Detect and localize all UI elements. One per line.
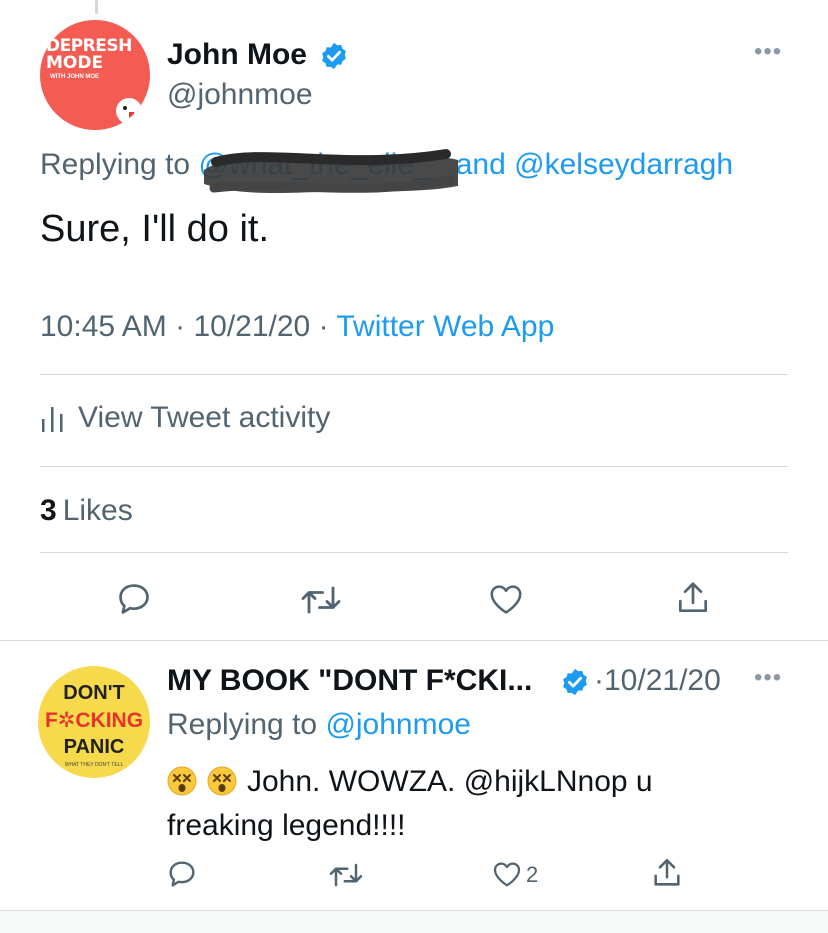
likes-label: Likes xyxy=(62,494,133,527)
reply-text: John. WOWZA. @hijkLNnop u freaking legen… xyxy=(167,765,653,842)
author-name[interactable]: John Moe xyxy=(167,38,307,72)
avatar-text-line2: F✲CKING xyxy=(44,709,144,732)
more-icon[interactable]: ••• xyxy=(754,38,782,66)
more-icon[interactable]: ••• xyxy=(754,664,782,692)
likes-count: 3 xyxy=(40,494,57,527)
replying-prefix: Replying to xyxy=(40,148,191,181)
avatar-text-line3: PANIC xyxy=(63,736,125,758)
view-tweet-activity-button[interactable]: View Tweet activity xyxy=(40,398,330,438)
avatar-text-line4: WHAT THEY DON'T TELL xyxy=(64,762,124,768)
meta-separator: · xyxy=(318,310,329,343)
replying-prefix: Replying to xyxy=(167,708,318,741)
mention-link[interactable]: @johnmoe xyxy=(325,708,471,741)
activity-label: View Tweet activity xyxy=(78,401,331,434)
divider xyxy=(40,374,788,375)
avatar-text-line1: DON'T xyxy=(63,682,125,704)
verified-badge-icon xyxy=(563,668,587,696)
retweet-icon[interactable] xyxy=(300,582,342,618)
dizzy-face-emoji xyxy=(167,766,197,796)
reply-like-count: 2 xyxy=(526,862,539,887)
tweet-text: Sure, I'll do it. xyxy=(40,208,270,250)
dizzy-face-emoji xyxy=(207,766,237,796)
likes-stat[interactable]: 3 Likes xyxy=(40,494,133,528)
reply-author-name[interactable]: MY BOOK "DONT F*CKI... xyxy=(167,664,532,698)
reply-text-block: John. WOWZA. @hijkLNnop u freaking legen… xyxy=(167,760,767,848)
mention-link-second[interactable]: @kelseydarragh xyxy=(514,148,733,181)
tweet-date: 10/21/20 xyxy=(193,310,311,343)
share-icon[interactable] xyxy=(674,578,712,618)
meta-separator: · xyxy=(175,310,186,343)
redaction-scribble xyxy=(204,149,458,194)
avatar-text-line2: MODE xyxy=(46,53,104,73)
tweet-meta: 10:45 AM · 10/21/20 · Twitter Web App xyxy=(40,310,554,344)
tweet-source-link[interactable]: Twitter Web App xyxy=(336,310,554,343)
like-icon[interactable] xyxy=(490,858,524,890)
main-avatar[interactable]: DEPRESH MODE WITH JOHN MOE xyxy=(40,20,150,130)
reply-avatar[interactable]: DON'T F✲CKING PANIC WHAT THEY DON'T TELL xyxy=(38,666,150,778)
thread-line xyxy=(95,0,98,14)
reply-icon[interactable] xyxy=(166,858,198,890)
bottom-spacer xyxy=(0,911,828,933)
author-handle[interactable]: @johnmoe xyxy=(167,78,313,112)
meta-separator: · xyxy=(594,664,604,697)
avatar-face-graphic xyxy=(116,98,142,124)
like-icon[interactable] xyxy=(486,580,526,618)
retweet-icon[interactable] xyxy=(328,860,364,890)
avatar-text-line3: WITH JOHN MOE xyxy=(50,74,99,80)
tweet-time: 10:45 AM xyxy=(40,310,167,343)
tweet-separator xyxy=(0,640,828,641)
reply-date-text: 10/21/20 xyxy=(604,664,721,697)
reply-date[interactable]: ·10/21/20 xyxy=(594,664,721,698)
activity-icon xyxy=(42,407,63,432)
divider xyxy=(40,466,788,467)
divider xyxy=(40,552,788,553)
verified-badge-icon xyxy=(322,42,346,70)
reply-replying-to-line: Replying to @johnmoe xyxy=(167,708,471,742)
reply-icon[interactable] xyxy=(115,580,153,618)
share-icon[interactable] xyxy=(650,856,684,890)
